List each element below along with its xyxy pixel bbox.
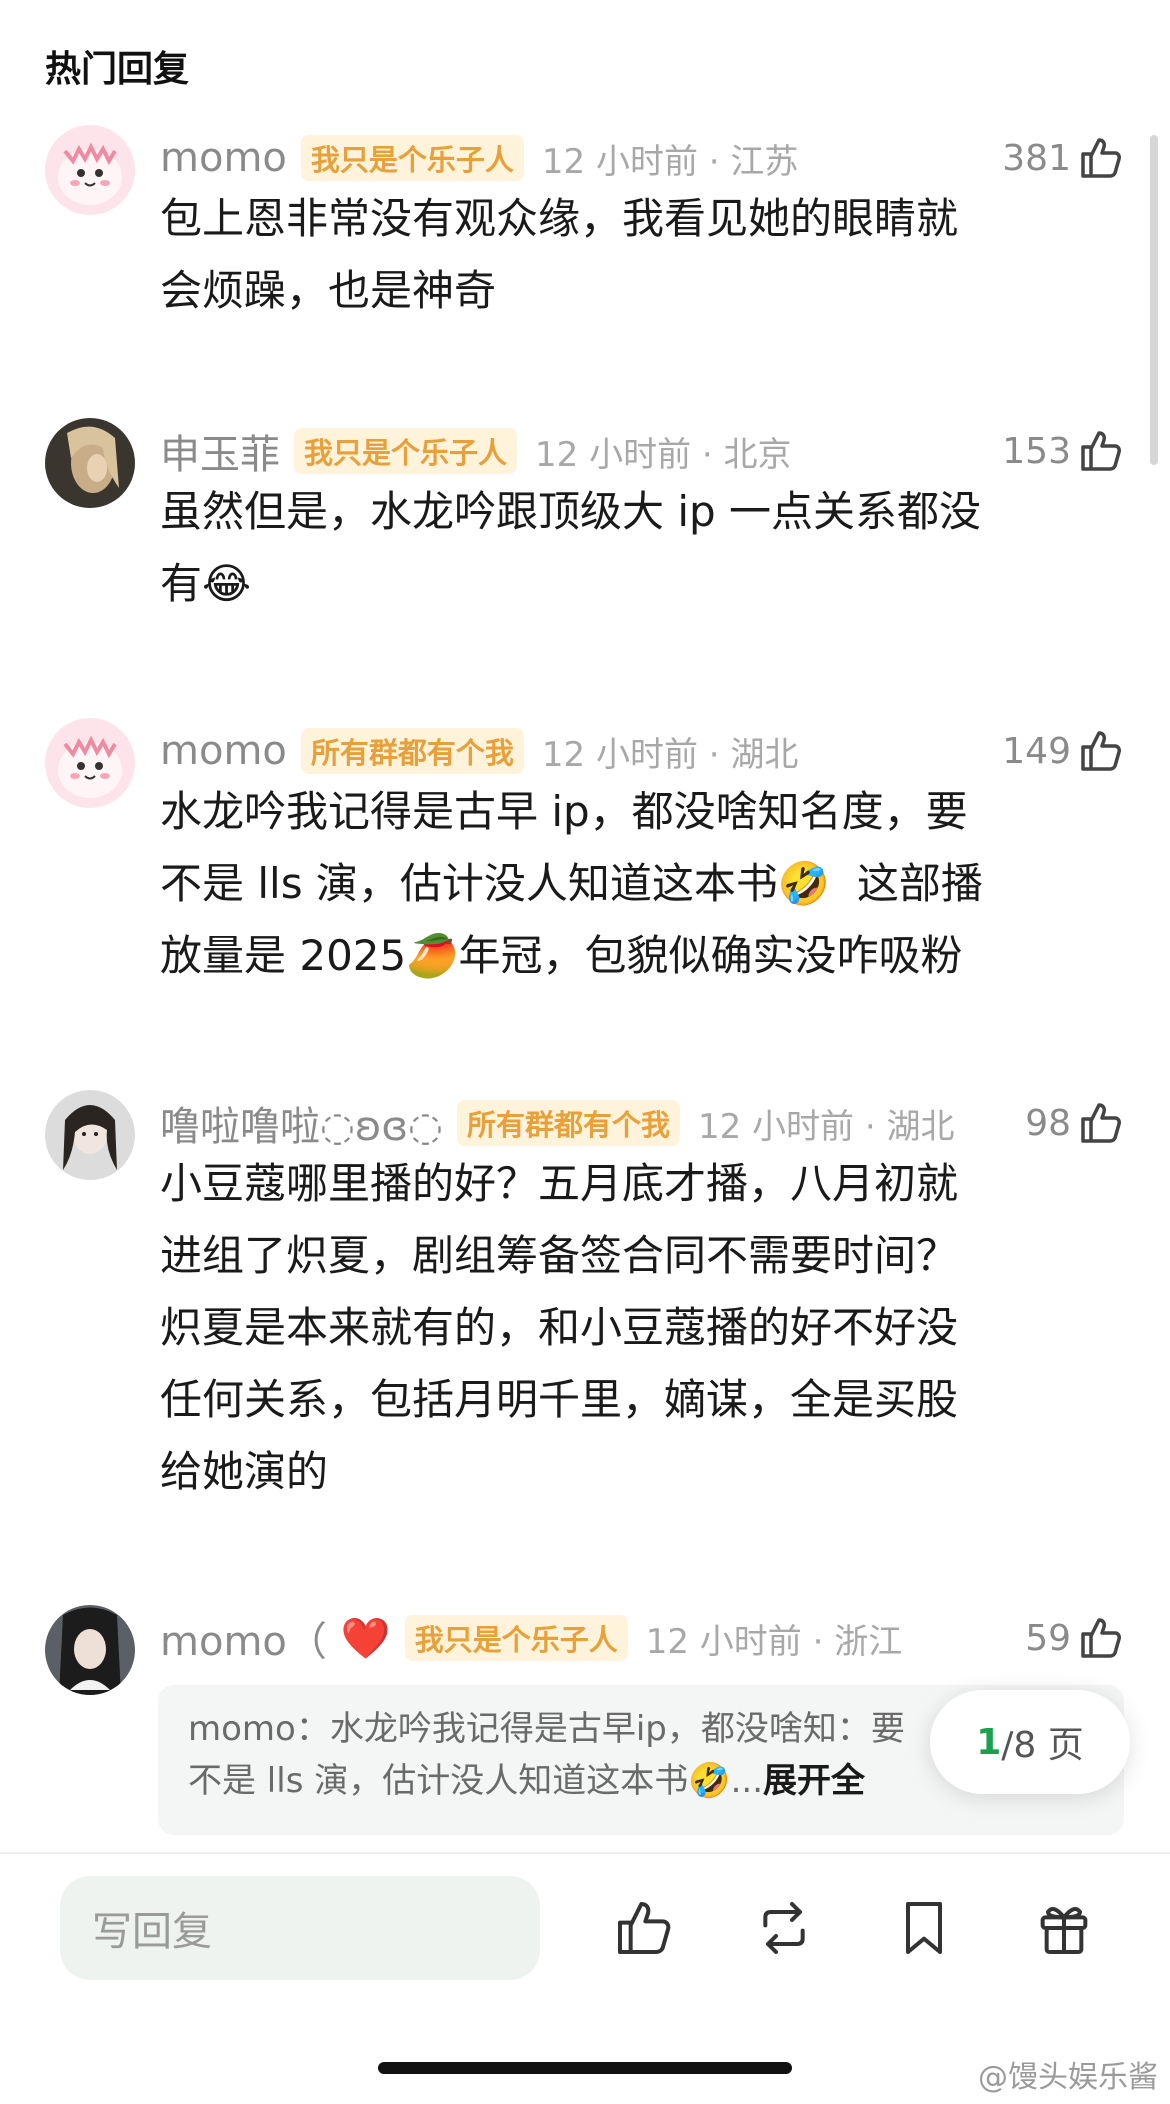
gift-icon [1040,1907,1088,1954]
thumbs-up-icon [1081,431,1121,471]
comment-text: 虽然但是，水龙吟跟顶级大 ip 一点关系都没 有😂 [160,476,1100,620]
comment-meta: 申玉菲 我只是个乐子人 12 小时前 · 北京 [160,426,792,478]
avatar[interactable] [45,1605,135,1695]
reply-input[interactable]: 写回复 [60,1876,540,1980]
thumbs-up-icon [1081,138,1121,178]
like-count: 153 [1002,430,1071,472]
section-title: 热门回复 [45,49,190,90]
quote-line-text: momo：水龙吟我记得是古早ip，都没啥知 [188,1709,837,1749]
comment-line: 给她演的 [160,1447,329,1496]
home-indicator[interactable] [378,2062,792,2074]
like-button[interactable]: 149 [1002,726,1125,776]
comment-line: 水龙吟我记得是古早 ip，都没啥知名度，要 [160,787,968,836]
hot-replies-page: 热门回复 momo 我只是个乐子人 12 小时前 · 江苏 381 包上恩非常没… [0,0,1170,2104]
comment-line: 放量是 2025🥭年冠，包貌似确实没咋吸粉 [160,920,1100,992]
thumbs-up-icon [1081,1618,1121,1658]
heart-icon: ❤️ [340,1615,391,1662]
comment-line-text: 年冠，包貌似确实没咋吸粉 [458,931,963,980]
fan-badge[interactable]: 我只是个乐子人 [294,428,518,474]
fan-badge[interactable]: 所有群都有个我 [300,728,524,774]
username[interactable]: 申玉菲 [160,422,280,480]
thumbs-up-icon [1081,731,1121,771]
like-count: 59 [1025,1617,1071,1659]
like-count: 98 [1025,1102,1071,1144]
like-count: 381 [1002,137,1071,179]
quote-ellipsis: ... [730,1761,764,1801]
page-indicator[interactable]: 1 /8 页 [930,1690,1130,1794]
like-button[interactable]: 381 [1002,133,1125,183]
rofl-emoji-icon: 🤣 [688,1761,731,1801]
rofl-emoji-icon: 🤣 [777,859,831,908]
thumbs-up-icon [1081,1103,1121,1143]
comment-meta: momo 所有群都有个我 12 小时前 · 湖北 [160,726,798,776]
avatar[interactable] [45,1090,135,1180]
avatar[interactable] [45,125,135,215]
laughing-tears-emoji-icon: 😂 [202,559,252,608]
like-button[interactable]: 153 [1002,426,1125,476]
gift-button[interactable] [1032,1896,1096,1960]
fan-badge[interactable]: 我只是个乐子人 [404,1615,628,1661]
comment-line: 包上恩非常没有观众缘，我看见她的眼睛就 [160,194,959,243]
comment-text: 小豆蔻哪里播的好？五月底才播，八月初就 进组了炽夏，剧组筹备签合同不需要时间？ … [160,1148,1100,1508]
like-button[interactable]: 98 [1025,1098,1125,1148]
like-button[interactable]: 59 [1025,1613,1125,1663]
like-count: 149 [1002,730,1071,772]
quote-line-text: ：要 [836,1709,905,1749]
repost-icon [763,1902,805,1954]
comment-line: 小豆蔻哪里播的好？五月底才播，八月初就 [160,1159,959,1208]
time-location: 12 小时前 · 江苏 [541,141,799,182]
comment-meta: 噜啦噜啦◌ʚɞ◌ 所有群都有个我 12 小时前 · 湖北 [160,1098,955,1150]
comment-line-text: 不是 lls 演，估计没人知道这本书 [160,859,778,908]
repost-button[interactable] [752,1896,816,1960]
thumbs-up-icon [618,1902,671,1954]
username[interactable]: 噜啦噜啦◌ʚɞ◌ [160,1094,443,1152]
avatar[interactable] [45,418,135,508]
comment-line: 炽夏是本来就有的，和小豆蔻播的好不好没 [160,1303,959,1352]
comment-line: 虽然但是，水龙吟跟顶级大 ip 一点关系都没 [160,487,982,536]
comment-meta: momo 我只是个乐子人 12 小时前 · 江苏 [160,133,798,183]
quote-line-text: 不是 lls 演，估计没人知道这本书 [188,1761,689,1801]
bookmark-icon [906,1902,942,1954]
comment-line: 不是 lls 演，估计没人知道这本书🤣 这部播 [160,848,1100,920]
total-pages: /8 页 [1001,1725,1084,1766]
username[interactable]: momo [160,728,287,774]
comment-meta: momo（ ❤️ 我只是个乐子人 12 小时前 · 浙江 [160,1613,903,1665]
like-post-button[interactable] [612,1896,676,1960]
comment-line-text: 放量是 2025 [160,931,407,980]
divider [0,1852,1170,1854]
comment-line-text: 这部播 [856,859,983,908]
scrollbar[interactable] [1150,135,1158,465]
comment-text: 水龙吟我记得是古早 ip，都没啥知名度，要 不是 lls 演，估计没人知道这本书… [160,776,1100,992]
comment-line: 任何关系，包括月明千里，嫡谋，全是买股 [160,1375,959,1424]
mango-emoji-icon: 🥭 [406,931,459,980]
username[interactable]: momo [160,135,287,181]
comment-text: 包上恩非常没有观众缘，我看见她的眼睛就 会烦躁，也是神奇 [160,183,1100,327]
bookmark-button[interactable] [892,1896,956,1960]
comment-line: 有😂 [160,548,1100,620]
time-location: 12 小时前 · 湖北 [697,1106,955,1147]
comment-line: 会烦躁，也是神奇 [160,266,497,315]
avatar[interactable] [45,718,135,808]
username[interactable]: momo（ [160,1609,327,1667]
fan-badge[interactable]: 所有群都有个我 [456,1100,680,1146]
time-location: 12 小时前 · 湖北 [541,734,799,775]
expand-link[interactable]: 展开全 [763,1761,865,1801]
fan-badge[interactable]: 我只是个乐子人 [300,135,524,181]
comment-line-text: 有 [160,559,203,608]
time-location: 12 小时前 · 浙江 [645,1621,903,1662]
time-location: 12 小时前 · 北京 [535,434,792,475]
current-page: 1 [976,1721,1002,1763]
comment-line: 进组了炽夏，剧组筹备签合同不需要时间？ [160,1231,959,1280]
watermark: @馒头娱乐酱 [978,2060,1158,2095]
